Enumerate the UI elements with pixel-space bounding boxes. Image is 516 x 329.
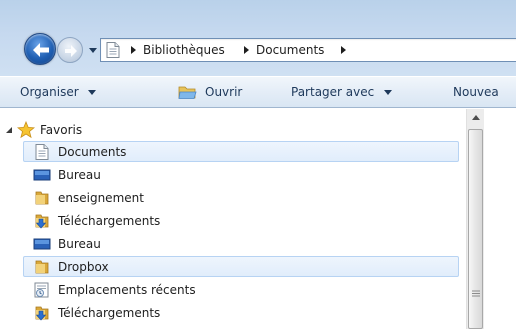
downloads-icon [35,306,49,321]
folder-icon [35,191,49,205]
favorites-label: Favoris [40,123,83,137]
breadcrumb-chevron-icon[interactable] [339,45,347,55]
breadcrumb-chevron-icon[interactable] [129,45,137,55]
folder-icon [35,260,49,274]
forward-button[interactable] [57,37,83,63]
share-with-button[interactable]: Partager avec [291,85,393,99]
navigation-pane: Favoris Documents Bureau enseignement Té… [0,109,466,329]
address-bar[interactable]: Bibliothèques Documents [100,38,516,62]
open-folder-icon [178,86,197,99]
breadcrumb-documents[interactable]: Documents [256,43,324,57]
organize-button[interactable]: Organiser [20,85,97,99]
document-icon [35,144,49,160]
organize-label: Organiser [20,85,79,99]
vertical-scrollbar[interactable] [466,109,484,329]
nav-item-label: enseignement [58,191,144,205]
nav-item-label: Bureau [58,168,101,182]
back-button[interactable] [24,33,56,65]
arrow-right-icon [65,45,77,57]
share-with-label: Partager avec [291,85,375,99]
nav-item-label: Emplacements récents [58,283,196,297]
document-icon [106,42,120,58]
desktop-icon [33,169,51,181]
open-button[interactable]: Ouvrir [205,85,242,99]
nav-item-desktop[interactable]: Bureau [23,233,459,254]
nav-item-label: Téléchargements [58,306,161,320]
title-bar: Bibliothèques Documents [0,0,516,76]
favorites-group[interactable]: Favoris [0,120,300,140]
downloads-icon [35,214,49,229]
nav-item-recent-places[interactable]: Emplacements récents [23,279,459,300]
nav-item-teaching[interactable]: enseignement [23,187,459,208]
new-folder-button[interactable]: Nouvea [453,85,499,99]
arrow-left-icon [33,43,49,57]
recent-places-icon [34,282,49,298]
nav-item-label: Bureau [58,237,101,251]
nav-item-label: Dropbox [58,260,109,274]
scroll-up-arrow-icon[interactable] [472,115,480,120]
breadcrumb-chevron-icon[interactable] [242,45,250,55]
history-dropdown-icon[interactable] [88,46,98,54]
chevron-down-icon [384,90,393,95]
desktop-icon [33,238,51,250]
nav-item-downloads[interactable]: Téléchargements [23,210,459,231]
breadcrumb-libraries[interactable]: Bibliothèques [143,43,225,57]
content-pane-edge [484,109,516,329]
nav-item-documents[interactable]: Documents [23,141,459,162]
scrollbar-thumb[interactable] [468,129,483,329]
nav-item-desktop[interactable]: Bureau [23,164,459,185]
chevron-down-icon [88,90,97,95]
grip-icon [472,290,480,297]
nav-item-label: Téléchargements [58,214,161,228]
nav-item-label: Documents [58,145,127,159]
nav-item-downloads[interactable]: Téléchargements [23,302,459,323]
command-bar: Organiser Ouvrir Partager avec Nouvea [0,76,516,108]
expand-arrow-icon[interactable] [5,126,13,134]
star-icon [17,121,35,139]
nav-item-dropbox[interactable]: Dropbox [23,256,459,277]
